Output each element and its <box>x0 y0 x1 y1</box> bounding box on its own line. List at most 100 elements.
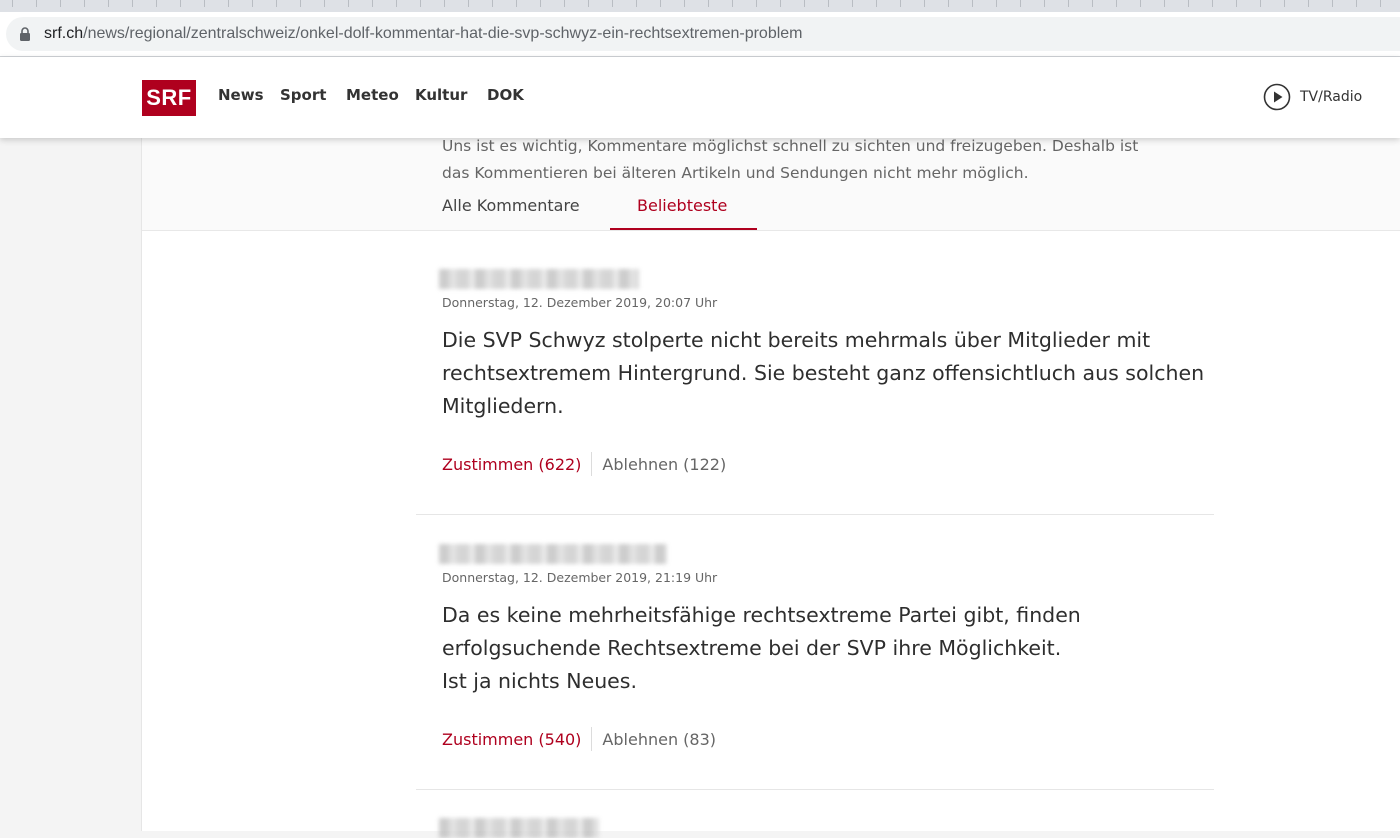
tab-strip-tick <box>1140 0 1141 7</box>
lock-icon[interactable] <box>19 27 31 41</box>
tab-strip-tick <box>804 0 805 7</box>
active-tab-indicator <box>610 228 757 230</box>
tab-strip-tick <box>924 0 925 7</box>
tab-strip-tick <box>1164 0 1165 7</box>
comments-notice: Uns ist es wichtig, Kommentare möglichst… <box>442 133 1202 187</box>
tab-strip-tick <box>492 0 493 7</box>
comment-line: Da es keine mehrheitsfähige rechtsextrem… <box>442 603 1081 627</box>
url-text[interactable]: srf.ch/news/regional/zentralschweiz/onke… <box>44 25 803 43</box>
tv-radio-link[interactable]: TV/Radio <box>1263 83 1362 111</box>
site-header: SRF News Sport Meteo Kultur DOK TV/Radio <box>0 57 1400 138</box>
tab-strip-tick <box>180 0 181 7</box>
comment-line: Mitgliedern. <box>442 394 564 418</box>
browser-address-bar: srf.ch/news/regional/zentralschweiz/onke… <box>0 12 1400 56</box>
tab-strip-tick <box>252 0 253 7</box>
tv-radio-label: TV/Radio <box>1300 89 1363 105</box>
tab-strip-tick <box>1212 0 1213 7</box>
tab-strip-tick <box>420 0 421 7</box>
tab-strip-tick <box>996 0 997 7</box>
tab-strip-tick <box>684 0 685 7</box>
tab-strip-tick <box>1068 0 1069 7</box>
tab-strip-tick <box>708 0 709 7</box>
tab-strip-tick <box>564 0 565 7</box>
tab-strip-tick <box>636 0 637 7</box>
nav-meteo[interactable]: Meteo <box>346 86 399 104</box>
tab-strip-tick <box>324 0 325 7</box>
nav-kultur[interactable]: Kultur <box>415 86 467 104</box>
tab-strip-tick <box>732 0 733 7</box>
comment-text: Die SVP Schwyz stolperte nicht bereits m… <box>442 324 1205 423</box>
url-host: srf.ch <box>44 25 84 42</box>
author-name-blurred <box>439 269 639 289</box>
comment-line: erfolgsuchende Rechtsextreme bei der SVP… <box>442 636 1062 660</box>
tab-strip-tick <box>36 0 37 7</box>
tab-strip-tick <box>948 0 949 7</box>
tab-strip-tick <box>516 0 517 7</box>
tab-strip-tick <box>156 0 157 7</box>
vote-separator <box>591 727 593 751</box>
vote-bar: Zustimmen (540) Ablehnen (83) <box>442 727 716 751</box>
tab-strip-tick <box>396 0 397 7</box>
comment-divider <box>416 514 1214 515</box>
tab-strip-tick <box>60 0 61 7</box>
tab-strip-tick <box>1380 0 1381 7</box>
tab-strip-tick <box>228 0 229 7</box>
tab-strip-tick <box>612 0 613 7</box>
notice-line: das Kommentieren bei älteren Artikeln un… <box>442 164 1029 182</box>
comment-date: Donnerstag, 12. Dezember 2019, 21:19 Uhr <box>442 570 718 585</box>
tab-strip-tick <box>780 0 781 7</box>
srf-logo[interactable]: SRF <box>142 80 196 116</box>
disagree-button[interactable]: Ablehnen (83) <box>602 730 716 749</box>
comment-date: Donnerstag, 12. Dezember 2019, 20:07 Uhr <box>442 295 718 310</box>
tab-most-popular[interactable]: Beliebteste <box>637 196 727 215</box>
vote-separator <box>591 452 593 476</box>
agree-button[interactable]: Zustimmen (540) <box>442 730 581 749</box>
tab-strip-tick <box>756 0 757 7</box>
comment-line: Ist ja nichts Neues. <box>442 669 637 693</box>
tab-strip-tick <box>1044 0 1045 7</box>
tab-strip-tick <box>84 0 85 7</box>
tab-strip-tick <box>876 0 877 7</box>
tab-strip-tick <box>588 0 589 7</box>
browser-tab-strip <box>0 0 1400 12</box>
url-path: /news/regional/zentralschweiz/onkel-dolf… <box>83 25 803 42</box>
comment-text: Da es keine mehrheitsfähige rechtsextrem… <box>442 599 1202 698</box>
tab-strip-tick <box>1188 0 1189 7</box>
tab-strip-tick <box>540 0 541 7</box>
author-name-blurred <box>439 544 667 564</box>
tab-strip-tick <box>660 0 661 7</box>
tab-strip-tick <box>372 0 373 7</box>
nav-sport[interactable]: Sport <box>280 86 326 104</box>
tab-strip-tick <box>900 0 901 7</box>
tab-strip-tick <box>132 0 133 7</box>
tab-strip-tick <box>1356 0 1357 7</box>
tab-strip-tick <box>1284 0 1285 7</box>
tab-strip-tick <box>1332 0 1333 7</box>
comment-line: rechtsextremem Hintergrund. Sie besteht … <box>442 361 1205 385</box>
tab-strip-tick <box>972 0 973 7</box>
page-margin <box>0 57 141 831</box>
tab-strip-tick <box>12 0 13 7</box>
tab-strip-tick <box>828 0 829 7</box>
tab-strip-tick <box>444 0 445 7</box>
disagree-button[interactable]: Ablehnen (122) <box>602 455 726 474</box>
nav-dok[interactable]: DOK <box>487 86 524 104</box>
comment-line: Die SVP Schwyz stolperte nicht bereits m… <box>442 328 1151 352</box>
tab-strip-tick <box>276 0 277 7</box>
agree-button[interactable]: Zustimmen (622) <box>442 455 581 474</box>
tab-strip-tick <box>348 0 349 7</box>
tab-strip-tick <box>468 0 469 7</box>
vote-bar: Zustimmen (622) Ablehnen (122) <box>442 452 726 476</box>
tab-strip-tick <box>1092 0 1093 7</box>
tab-strip-tick <box>852 0 853 7</box>
tab-strip-tick <box>108 0 109 7</box>
nav-news[interactable]: News <box>218 86 264 104</box>
tab-all-comments[interactable]: Alle Kommentare <box>442 196 580 215</box>
author-name-blurred <box>439 818 599 838</box>
tab-strip-tick <box>1308 0 1309 7</box>
tab-strip-tick <box>204 0 205 7</box>
tab-strip-tick <box>1020 0 1021 7</box>
comment-divider <box>416 789 1214 790</box>
tab-strip-tick <box>300 0 301 7</box>
omnibox[interactable]: srf.ch/news/regional/zentralschweiz/onke… <box>6 17 1400 51</box>
